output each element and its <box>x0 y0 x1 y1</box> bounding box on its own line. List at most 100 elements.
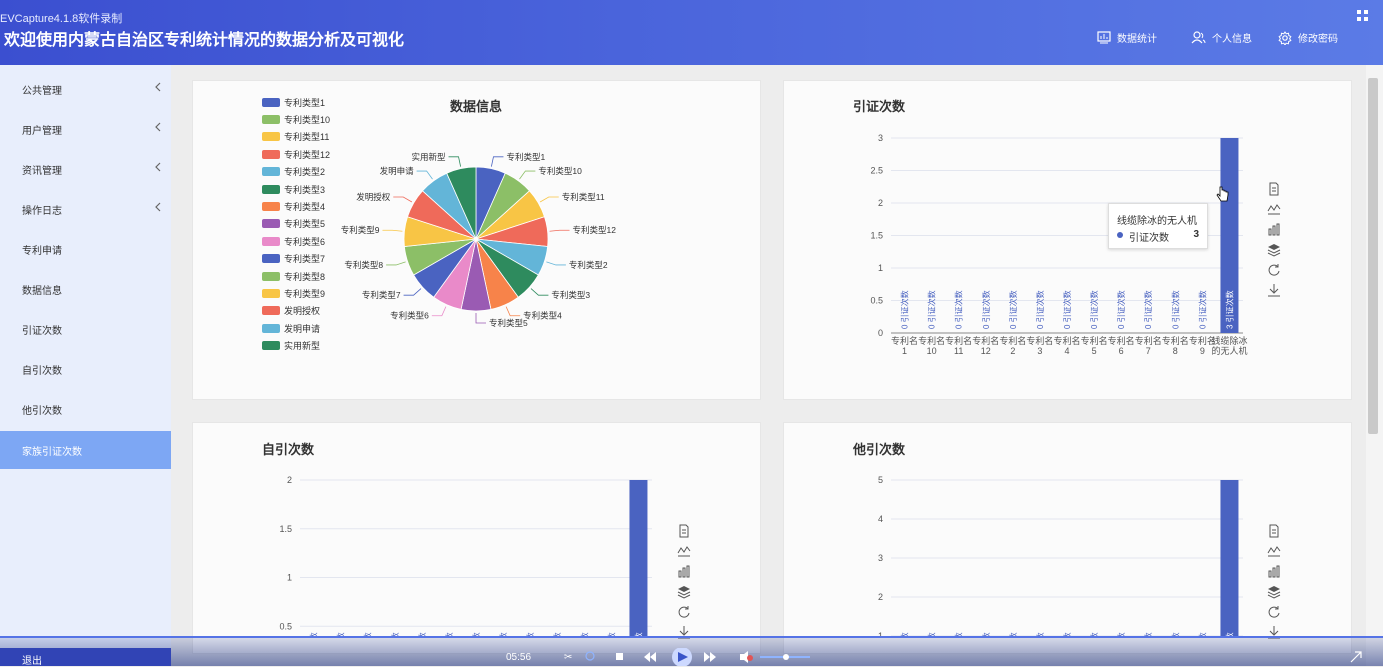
sidebar-item-family-citations[interactable]: 家族引证次数 <box>0 431 171 469</box>
sidebar-item-logs[interactable]: 操作日志 <box>0 190 171 228</box>
sidebar-item-label: 家族引证次数 <box>22 446 82 458</box>
stack-icon[interactable] <box>1267 585 1281 599</box>
bar[interactable]: 0 引证次数 <box>1035 290 1045 329</box>
pie-label: 发明申请 <box>380 166 415 176</box>
legend-item[interactable]: 实用新型 <box>262 340 320 352</box>
legend-item[interactable]: 专利类型8 <box>262 270 325 282</box>
y-tick-label: 4 <box>878 514 883 524</box>
bar-chart-icon[interactable] <box>1267 565 1281 579</box>
sidebar-item-patent-apply[interactable]: 专利申请 <box>0 230 171 268</box>
legend-item[interactable]: 专利类型9 <box>262 287 325 299</box>
bar[interactable]: 0 引证次数 <box>927 290 937 329</box>
bar[interactable]: 0 引证次数 <box>1008 290 1018 329</box>
y-tick-label: 3 <box>878 553 883 563</box>
stop-icon[interactable] <box>616 653 623 660</box>
pie-label: 专利类型8 <box>344 260 383 270</box>
line-chart-icon[interactable] <box>677 544 691 558</box>
sidebar-item-users[interactable]: 用户管理 <box>0 110 171 148</box>
restore-icon[interactable] <box>677 605 691 619</box>
legend-item[interactable]: 专利类型6 <box>262 235 325 247</box>
restore-icon[interactable] <box>1267 263 1281 277</box>
bar-data-label: 0 引证次数 <box>981 290 991 329</box>
legend-item[interactable]: 发明申请 <box>262 322 320 334</box>
sidebar-item-self-citations[interactable]: 自引次数 <box>0 350 171 388</box>
scrollbar-thumb[interactable] <box>1368 78 1378 434</box>
gear-icon <box>1278 30 1292 45</box>
nav-profile-label: 个人信息 <box>1212 34 1252 45</box>
bar[interactable]: 0 引证次数 <box>1116 290 1126 329</box>
fast-forward-icon[interactable] <box>704 652 716 662</box>
refresh-icon[interactable] <box>585 651 595 661</box>
bar[interactable]: 2 自引次数 <box>629 480 648 636</box>
bar[interactable]: 0 引证次数 <box>900 290 910 329</box>
data-view-icon[interactable] <box>1267 524 1281 538</box>
grid-icon[interactable] <box>1357 10 1369 22</box>
legend-item[interactable]: 专利类型3 <box>262 183 325 195</box>
data-view-icon[interactable] <box>677 524 691 538</box>
data-view-icon[interactable] <box>1267 182 1281 196</box>
expand-icon[interactable] <box>1350 651 1362 663</box>
y-tick-label: 1.5 <box>279 524 292 534</box>
bar[interactable]: 0 引证次数 <box>1089 290 1099 329</box>
volume-icon[interactable] <box>740 651 753 663</box>
pie-label-line <box>475 313 486 324</box>
play-icon[interactable] <box>672 648 692 666</box>
bar[interactable]: 0 引证次数 <box>954 290 964 329</box>
legend-item[interactable]: 发明授权 <box>262 305 320 317</box>
download-icon[interactable] <box>1267 283 1281 297</box>
legend-item[interactable]: 专利类型1 <box>262 96 325 108</box>
bar[interactable]: 0 引证次数 <box>1197 290 1207 329</box>
self-citation-bar-chart: 0.511.520 自引次数0 自引次数0 自引次数0 自引次数0 自引次数0 … <box>279 475 652 636</box>
pie-title: 数据信息 <box>450 99 503 114</box>
sidebar-item-other-citations[interactable]: 他引次数 <box>0 390 171 428</box>
legend-label: 专利类型7 <box>284 254 326 265</box>
bar[interactable]: 5 他引次数 <box>1220 480 1239 636</box>
bar[interactable]: 0 引证次数 <box>1062 290 1072 329</box>
bar[interactable]: 0 引证次数 <box>1170 290 1180 329</box>
bar[interactable]: 3 引证次数 <box>1220 138 1239 333</box>
self-citation-title: 自引次数 <box>262 442 315 457</box>
pie-label: 专利类型5 <box>489 318 528 328</box>
cut-icon[interactable]: ✂ <box>564 652 572 663</box>
capture-watermark: EVCapture4.1.8软件录制 <box>0 13 123 25</box>
bar[interactable]: 0 引证次数 <box>1143 290 1153 329</box>
line-chart-icon[interactable] <box>1267 544 1281 558</box>
y-tick-label: 3 <box>878 133 883 143</box>
legend-swatch <box>262 114 280 124</box>
stack-icon[interactable] <box>677 585 691 599</box>
legend-swatch <box>262 341 280 351</box>
nav-profile[interactable]: 个人信息 <box>1191 30 1252 45</box>
nav-data-stats[interactable]: 数据统计 <box>1097 30 1157 45</box>
restore-icon[interactable] <box>1267 605 1281 619</box>
bar-chart-icon[interactable] <box>677 565 691 579</box>
x-tick-label: 专利名 10 <box>918 335 945 356</box>
nav-change-password[interactable]: 修改密码 <box>1278 30 1338 45</box>
legend-item[interactable]: 专利类型7 <box>262 253 325 265</box>
sidebar-item-label: 自引次数 <box>22 365 62 377</box>
legend-item[interactable]: 专利类型10 <box>262 113 330 125</box>
bar[interactable]: 0 引证次数 <box>981 290 991 329</box>
volume-slider[interactable] <box>760 654 810 660</box>
pie-label-line <box>530 288 549 296</box>
pie-label: 专利类型10 <box>538 166 582 176</box>
sidebar-item-label: 专利申请 <box>22 245 62 257</box>
player-progress-line <box>0 636 1383 638</box>
sidebar-item-public[interactable]: 公共管理 <box>0 70 171 108</box>
sidebar-item-label: 他引次数 <box>22 405 62 417</box>
legend-swatch <box>262 219 280 229</box>
y-tick-label: 1 <box>878 263 883 273</box>
stack-icon[interactable] <box>1267 243 1281 257</box>
sidebar-item-news[interactable]: 资讯管理 <box>0 150 171 188</box>
legend-item[interactable]: 专利类型5 <box>262 218 325 230</box>
sidebar-item-data-info[interactable]: 数据信息 <box>0 270 171 308</box>
x-tick-label: 专利名 4 <box>1053 335 1080 356</box>
legend-item[interactable]: 专利类型4 <box>262 200 325 212</box>
logout-item[interactable]: 退出 <box>0 648 171 667</box>
sidebar-item-citations[interactable]: 引证次数 <box>0 310 171 348</box>
bar-chart-icon[interactable] <box>1267 223 1281 237</box>
pie-label-line <box>403 288 422 296</box>
line-chart-icon[interactable] <box>1267 202 1281 216</box>
rewind-icon[interactable] <box>644 652 656 662</box>
pie-label-line <box>490 156 504 167</box>
legend-item[interactable]: 专利类型2 <box>262 166 325 178</box>
